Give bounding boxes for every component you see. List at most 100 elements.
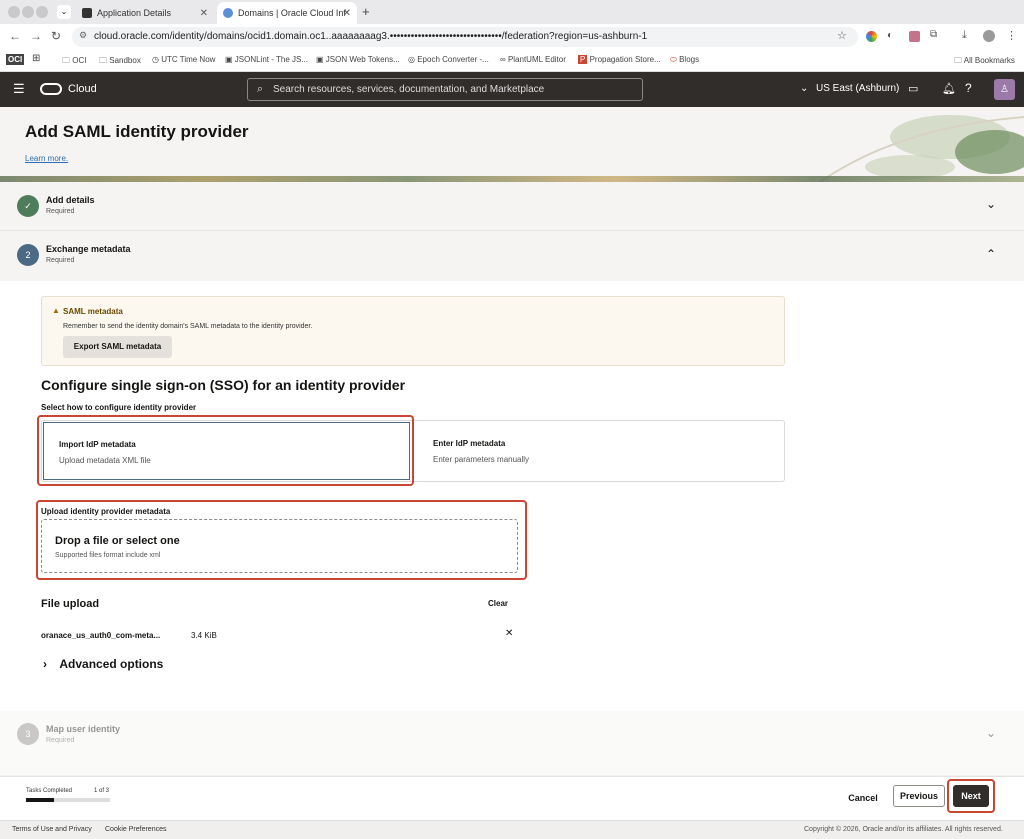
- chevron-down-icon[interactable]: ⌄: [800, 83, 808, 94]
- remove-file-icon[interactable]: ✕: [505, 628, 513, 639]
- highlight-box: [36, 500, 527, 580]
- chevron-down-icon[interactable]: ⌄: [986, 197, 996, 211]
- notice-text: Remember to send the identity domain's S…: [63, 323, 313, 330]
- bookmark-blogs[interactable]: ⬭ Blogs: [670, 55, 699, 65]
- bookmark-sandbox[interactable]: 🗀 Sandbox: [99, 55, 141, 69]
- step-subtitle: Required: [46, 737, 75, 744]
- forward-icon[interactable]: →: [30, 29, 42, 43]
- bookmark-propagation[interactable]: P Propagation Store...: [578, 55, 661, 64]
- close-icon[interactable]: ✕: [200, 8, 208, 19]
- bookmark-label: Epoch Converter -...: [417, 55, 489, 64]
- bookmark-label: All Bookmarks: [963, 56, 1015, 65]
- bookmark-label: JSONLint - The JS...: [234, 55, 308, 64]
- download-icon[interactable]: ⤓: [962, 29, 967, 42]
- step-number: 3: [17, 723, 39, 745]
- close-icon[interactable]: ✕: [343, 8, 351, 19]
- google-lens-icon[interactable]: [866, 31, 877, 42]
- profile-avatar[interactable]: [983, 30, 995, 42]
- bookmarks-bar: OCI ⊞ 🗀 OCI 🗀 Sandbox ◷ UTC Time Now ▣ J…: [0, 50, 1024, 72]
- extension-icon[interactable]: ◐: [887, 30, 893, 41]
- cancel-button[interactable]: Cancel: [842, 787, 884, 809]
- search-placeholder: Search resources, services, documentatio…: [273, 84, 545, 95]
- advanced-options-label: Advanced options: [59, 657, 164, 671]
- bookmark-all[interactable]: 🗀 All Bookmarks: [954, 55, 1015, 69]
- cloud-shell-icon[interactable]: ▭: [908, 82, 918, 95]
- help-icon[interactable]: ?: [965, 81, 972, 95]
- step-check-icon: ✓: [17, 195, 39, 217]
- clear-files-button[interactable]: Clear: [488, 599, 508, 608]
- bookmark-label: PlantUML Editor: [507, 55, 566, 64]
- chevron-down-icon[interactable]: ⌄: [986, 726, 996, 740]
- url-text: cloud.oracle.com/identity/domains/ocid1.…: [94, 31, 648, 42]
- cookie-preferences-link[interactable]: Cookie Preferences: [105, 826, 166, 833]
- global-search-input[interactable]: ⌕ Search resources, services, documentat…: [247, 78, 643, 101]
- advanced-options-toggle[interactable]: › Advanced options: [43, 657, 163, 671]
- brand-label[interactable]: Cloud: [68, 83, 97, 95]
- notice-title: SAML metadata: [63, 307, 123, 316]
- window-close-dot[interactable]: [8, 6, 20, 18]
- step-map-user-identity[interactable]: 3 Map user identity Required ⌄: [0, 711, 1024, 776]
- new-tab-icon[interactable]: +: [362, 4, 370, 19]
- tab-application-details[interactable]: Application Details ✕: [76, 2, 214, 24]
- uploaded-file-size: 3.4 KiB: [191, 631, 217, 640]
- bookmark-plantuml[interactable]: ∞ PlantUML Editor: [500, 55, 566, 64]
- bookmark-epoch[interactable]: ◎ Epoch Converter -...: [408, 55, 489, 64]
- bell-icon[interactable]: 🔔︎: [942, 82, 956, 95]
- step-title: Add details: [46, 195, 95, 205]
- menu-kebab-icon[interactable]: ⋮: [1006, 29, 1017, 42]
- bookmark-label: Blogs: [679, 55, 700, 64]
- progress-fill: [26, 798, 54, 802]
- learn-more-link[interactable]: Learn more.: [25, 154, 68, 163]
- step-title: Map user identity: [46, 724, 121, 734]
- browser-tab-bar: ⌄ Application Details ✕ Domains | Oracle…: [0, 0, 1024, 24]
- oracle-logo-icon[interactable]: [40, 83, 62, 95]
- step-exchange-metadata[interactable]: 2 Exchange metadata Required ⌃: [0, 231, 1024, 281]
- option-desc: Enter parameters manually: [433, 455, 530, 464]
- tasks-completed-count: 1 of 3: [94, 788, 110, 794]
- bottom-bar: Terms of Use and Privacy Cookie Preferen…: [0, 820, 1024, 839]
- extension-a-icon[interactable]: [909, 31, 920, 42]
- bookmark-oci[interactable]: 🗀 OCI: [62, 55, 86, 69]
- search-icon: ⌕: [257, 83, 264, 95]
- bookmark-utc[interactable]: ◷ UTC Time Now: [152, 55, 215, 64]
- tab-label: Domains | Oracle Cloud Infras: [238, 8, 346, 18]
- region-selector[interactable]: US East (Ashburn): [816, 83, 899, 94]
- site-settings-icon[interactable]: ⚙: [79, 30, 87, 41]
- oracle-header: ☰ Cloud ⌕ Search resources, services, do…: [0, 72, 1024, 107]
- select-method-label: Select how to configure identity provide…: [41, 403, 197, 412]
- bookmark-jwt[interactable]: ▣ JSON Web Tokens...: [316, 55, 400, 64]
- step-subtitle: Required: [46, 208, 75, 215]
- extensions-puzzle-icon[interactable]: ⧉: [930, 29, 937, 40]
- shield-icon: [82, 8, 92, 18]
- url-input[interactable]: ⚙ cloud.oracle.com/identity/domains/ocid…: [72, 27, 858, 47]
- wizard-footer: Tasks Completed 1 of 3 Cancel Previous N…: [0, 776, 1024, 820]
- export-saml-metadata-button[interactable]: Export SAML metadata: [63, 336, 172, 358]
- tab-domains[interactable]: Domains | Oracle Cloud Infras ✕: [217, 2, 357, 24]
- option-enter-idp-metadata[interactable]: Enter IdP metadata Enter parameters manu…: [418, 422, 783, 480]
- back-icon[interactable]: ←: [9, 29, 21, 43]
- bookmark-jsonlint[interactable]: ▣ JSONLint - The JS...: [225, 55, 308, 64]
- tasks-completed-label: Tasks Completed: [26, 788, 73, 794]
- hamburger-menu-icon[interactable]: ☰: [13, 81, 25, 97]
- tab-list-icon[interactable]: ⌄: [57, 5, 71, 19]
- bookmark-oci-logo[interactable]: OCI: [6, 54, 25, 65]
- window-zoom-dot[interactable]: [36, 6, 48, 18]
- terms-link[interactable]: Terms of Use and Privacy: [12, 826, 92, 833]
- step-add-details[interactable]: ✓ Add details Required ⌄: [0, 182, 1024, 231]
- step-content: ▲ SAML metadata Remember to send the ide…: [0, 281, 1024, 711]
- step-number: 2: [17, 244, 39, 266]
- address-bar-row: ← → ↻ ⚙ cloud.oracle.com/identity/domain…: [0, 24, 1024, 50]
- option-title: Enter IdP metadata: [433, 439, 506, 448]
- bookmark-label: OCI: [72, 56, 87, 65]
- window-minimize-dot[interactable]: [22, 6, 34, 18]
- saml-metadata-notice: ▲ SAML metadata Remember to send the ide…: [41, 296, 785, 366]
- previous-button[interactable]: Previous: [893, 785, 945, 807]
- highlight-box: [37, 415, 414, 486]
- apps-grid-icon[interactable]: ⊞: [32, 53, 40, 64]
- star-icon[interactable]: ☆: [837, 29, 847, 42]
- progress-track: [26, 798, 110, 802]
- user-avatar[interactable]: ♙: [994, 79, 1015, 100]
- chevron-up-icon[interactable]: ⌃: [986, 247, 996, 261]
- chevron-right-icon: ›: [43, 657, 47, 671]
- reload-icon[interactable]: ↻: [51, 29, 61, 43]
